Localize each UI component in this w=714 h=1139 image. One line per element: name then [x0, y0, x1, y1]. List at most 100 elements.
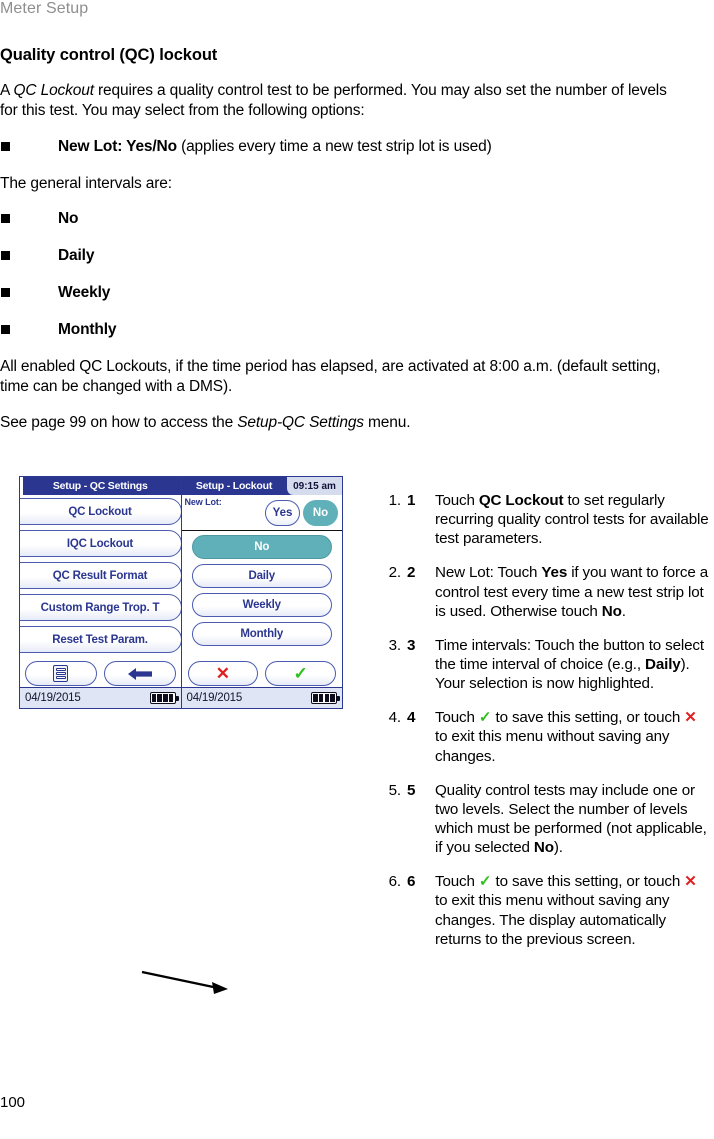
list-view-button[interactable] — [25, 661, 97, 686]
back-arrow-icon — [127, 667, 152, 680]
back-button[interactable] — [103, 661, 176, 686]
step-number: 4 — [407, 709, 416, 727]
bullet-label: Weekly — [58, 283, 111, 301]
step-number: 1 — [407, 492, 416, 509]
square-bullet-icon — [1, 213, 10, 223]
status-date: 04/19/2015 — [25, 692, 81, 704]
right-screen-status-bar: 04/19/2015 — [181, 687, 342, 708]
intervals-bullet-list: No Daily Weekly Monthly — [0, 209, 688, 341]
device-screenshot-figure: Setup - QC Settings QC Lockout IQC Locko… — [19, 476, 343, 709]
page-number: 100 — [0, 1094, 26, 1111]
intro-paragraph: A QC Lockout requires a quality control … — [0, 81, 688, 121]
new-lot-no-label: No — [312, 507, 329, 519]
menu-button-label: Reset Test Param. — [52, 633, 148, 646]
green-check-icon: ✓ — [293, 664, 308, 683]
interval-label: Weekly — [242, 599, 281, 611]
left-screen-titlebar: Setup - QC Settings — [20, 477, 181, 495]
list-item: New Lot: Yes/No (applies every time a ne… — [0, 137, 688, 157]
new-lot-yes-button[interactable]: Yes — [265, 500, 300, 526]
bullet-label: New Lot: Yes/No — [58, 138, 177, 156]
right-screen-title: Setup - Lockout — [195, 480, 273, 492]
instruction-steps-list: 1 Touch QC Lockout to set regularly recur… — [365, 491, 710, 964]
new-lot-no-button[interactable]: No — [303, 500, 338, 526]
intro-text-b: requires a quality control test to be pe… — [0, 82, 667, 120]
newlot-bullet-list: New Lot: Yes/No (applies every time a ne… — [0, 137, 688, 157]
document-body: Quality control (QC) lockout A QC Lockou… — [0, 46, 688, 450]
menu-button-label: Custom Range Trop. T — [40, 601, 160, 614]
screen-qc-settings: Setup - QC Settings QC Lockout IQC Locko… — [20, 477, 182, 708]
menu-button-qc-lockout[interactable]: QC Lockout — [20, 498, 181, 525]
menu-button-qc-result-format[interactable]: QC Result Format — [20, 562, 181, 589]
menu-button-label: QC Lockout — [68, 505, 132, 518]
list-item: Monthly — [0, 320, 688, 340]
interval-button-weekly[interactable]: Weekly — [191, 593, 332, 617]
step-item: 6 Touch ✓ to save this setting, or touch … — [405, 872, 710, 949]
left-screen-status-bar: 04/19/2015 — [20, 687, 181, 708]
step-number: 2 — [407, 564, 416, 582]
menu-button-custom-range-trop-t[interactable]: Custom Range Trop. T — [20, 594, 181, 621]
lockout-note: All enabled QC Lockouts, if the time per… — [0, 358, 661, 396]
see-also-text-a: See page 99 on how to access the — [0, 414, 238, 432]
interval-label: No — [254, 541, 270, 553]
right-screen-titlebar: Setup - Lockout 09:15 am — [181, 477, 342, 495]
menu-button-reset-test-param[interactable]: Reset Test Param. — [20, 626, 181, 653]
step-item: 3 Time intervals: Touch the button to sel… — [405, 636, 710, 693]
confirm-row: ✕ ✓ — [182, 661, 343, 686]
new-lot-yes-label: Yes — [272, 507, 293, 519]
see-also-text-b: menu. — [363, 414, 411, 432]
step-number: 6 — [407, 873, 416, 891]
interval-button-no[interactable]: No — [191, 535, 332, 559]
interval-button-monthly[interactable]: Monthly — [191, 622, 332, 646]
bullet-label: Daily — [58, 246, 95, 264]
list-item: No — [0, 209, 688, 229]
menu-button-label: QC Result Format — [52, 569, 148, 582]
qc-settings-menu: QC Lockout IQC Lockout QC Result Format … — [20, 495, 181, 653]
see-also-paragraph: See page 99 on how to access the Setup-Q… — [0, 413, 688, 433]
step-item: 2 New Lot: Touch Yes if you want to force… — [405, 563, 710, 620]
left-screen-title: Setup - QC Settings — [52, 480, 148, 492]
step-number: 3 — [407, 636, 416, 654]
interval-options-group: No Daily Weekly Monthly — [182, 531, 343, 646]
interval-label: Daily — [248, 570, 276, 582]
square-bullet-icon — [1, 324, 10, 334]
menu-button-iqc-lockout[interactable]: IQC Lockout — [20, 530, 181, 557]
intro-text-a: A — [0, 82, 14, 99]
interval-button-daily[interactable]: Daily — [191, 564, 332, 588]
new-lot-toggle-group: Yes No — [265, 500, 338, 526]
square-bullet-icon — [1, 142, 10, 152]
step-item: 1 Touch QC Lockout to set regularly recur… — [405, 491, 710, 548]
step-text: New Lot: Touch Yes if you want to force … — [435, 564, 709, 620]
interval-label: Monthly — [240, 628, 284, 640]
callout-arrow-icon — [141, 970, 228, 994]
step-number: 5 — [407, 781, 416, 799]
battery-full-icon — [311, 692, 340, 704]
step-text: Time intervals: Touch the button to sele… — [435, 636, 704, 693]
bullet-tail: (applies every time a new test strip lot… — [176, 138, 492, 156]
bullet-label: No — [58, 209, 79, 227]
list-item: Weekly — [0, 283, 688, 303]
page-title: Quality control (QC) lockout — [0, 46, 218, 64]
titlebar-notch — [20, 477, 23, 495]
screen-lockout: Setup - Lockout 09:15 am New Lot: Yes No… — [181, 477, 343, 708]
square-bullet-icon — [1, 287, 10, 297]
red-x-icon: ✕ — [215, 664, 230, 683]
list-icon — [53, 665, 69, 682]
new-lot-row: New Lot: Yes No — [181, 495, 342, 531]
step-text: Touch QC Lockout to set regularly recurr… — [435, 492, 709, 548]
see-also-italic-term: Setup-QC Settings — [237, 414, 364, 432]
status-date: 04/19/2015 — [186, 692, 243, 704]
square-bullet-icon — [1, 250, 10, 260]
accept-button[interactable]: ✓ — [265, 661, 336, 686]
intro-italic-term: QC Lockout — [13, 82, 95, 99]
cancel-button[interactable]: ✕ — [187, 661, 259, 686]
step-text: Touch ✓ to save this setting, or touch ✕… — [435, 709, 697, 765]
running-header: Meter Setup — [0, 0, 89, 17]
clock-display: 09:15 am — [286, 477, 342, 495]
list-item: Daily — [0, 246, 688, 266]
menu-button-label: IQC Lockout — [66, 537, 134, 550]
device-screens: Setup - QC Settings QC Lockout IQC Locko… — [20, 477, 342, 708]
battery-full-icon — [149, 692, 179, 704]
left-screen-nav-row — [20, 661, 181, 686]
step-item: 5 Quality control tests may include one o… — [405, 781, 710, 858]
intervals-lead: The general intervals are: — [0, 175, 172, 193]
